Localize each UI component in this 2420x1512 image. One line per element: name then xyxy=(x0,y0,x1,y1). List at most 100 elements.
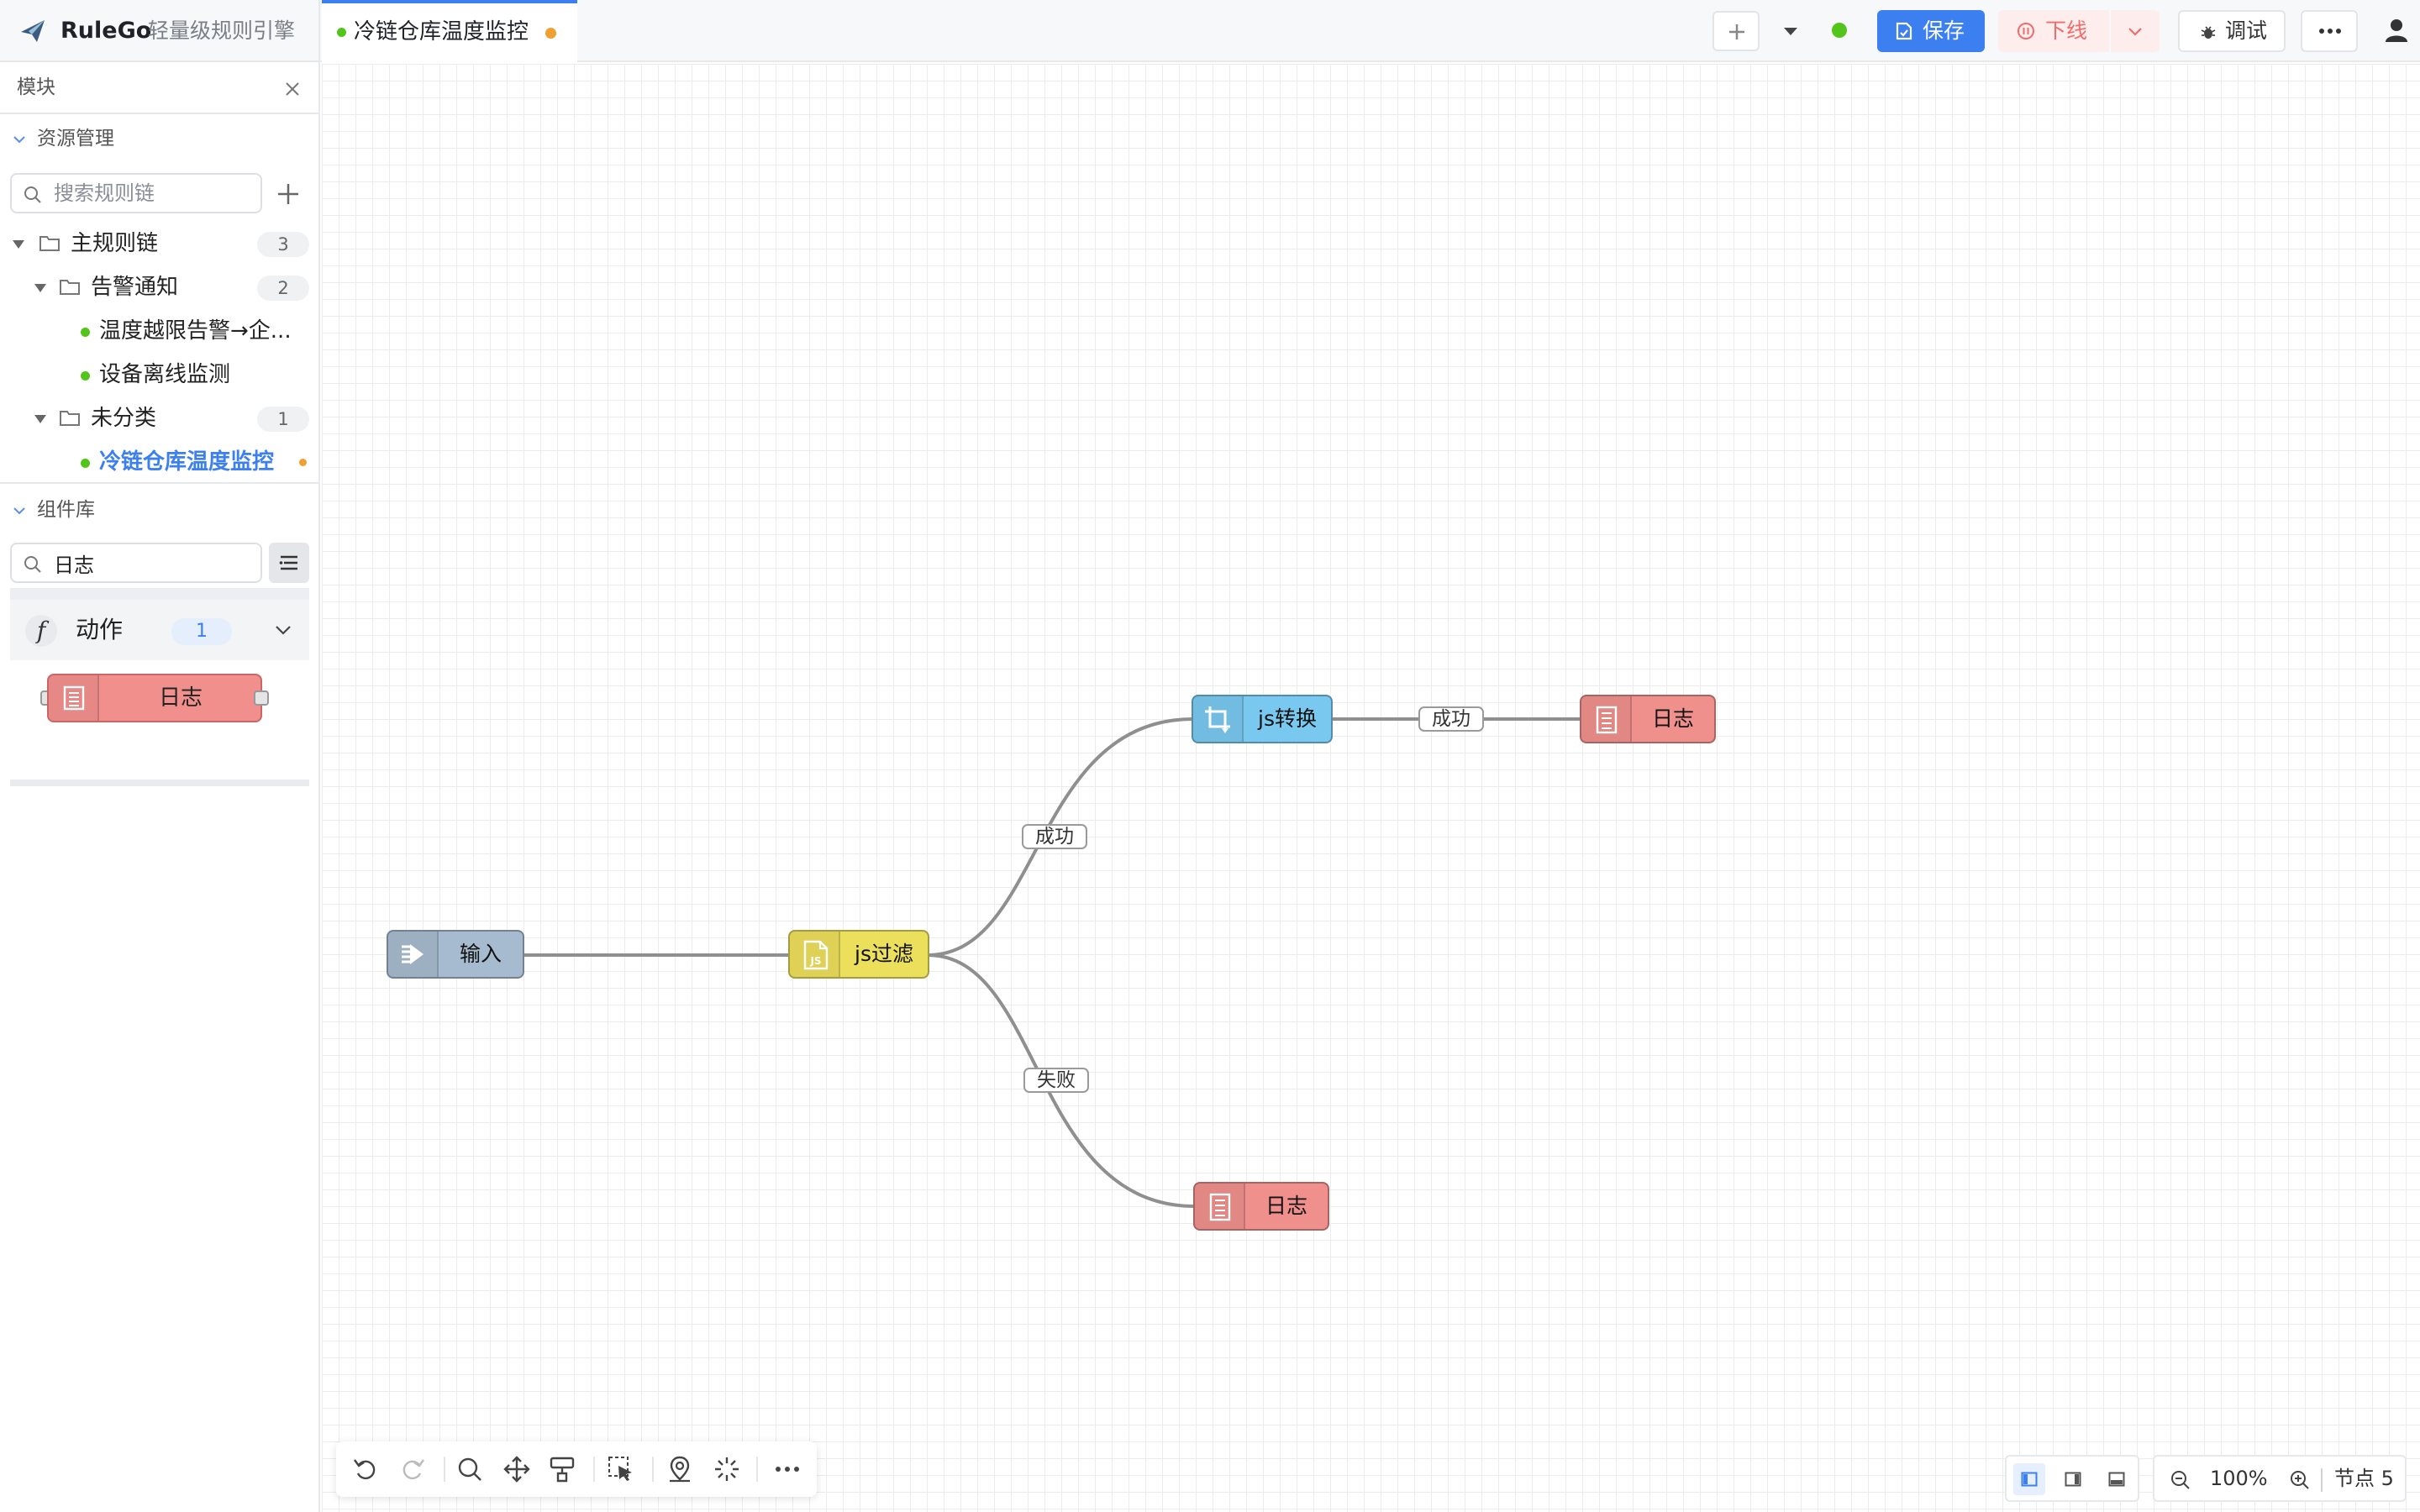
engine-status-dot xyxy=(1832,23,1847,38)
debug-button[interactable]: 调试 xyxy=(2178,10,2286,52)
palette-node-icon-box xyxy=(49,675,99,721)
tree-folder-uncategorized[interactable]: 未分类 1 xyxy=(0,396,318,440)
folder-icon xyxy=(60,411,80,426)
loading-sparkle-icon[interactable] xyxy=(713,1455,741,1483)
offline-button[interactable]: 下线 xyxy=(1998,10,2109,52)
node-log-success[interactable]: 日志 xyxy=(1580,695,1716,743)
select-box-icon[interactable] xyxy=(607,1455,635,1483)
more-actions-button[interactable] xyxy=(2301,10,2358,52)
chain-search-input[interactable] xyxy=(54,180,255,207)
format-painter-icon[interactable] xyxy=(548,1455,576,1483)
sidebar: 模块 资源管理 主规则链 3 告警通知 2 温度越限告警→企... xyxy=(0,62,320,1512)
tree-item-label: 温度越限告警→企... xyxy=(99,318,292,344)
component-search-box[interactable] xyxy=(10,543,262,583)
zoom-level: 100% xyxy=(2210,1467,2268,1490)
toolbar-separator xyxy=(756,1457,758,1482)
zoom-out-icon[interactable] xyxy=(2170,1469,2191,1491)
tree-folder-main[interactable]: 主规则链 3 xyxy=(0,222,318,265)
list-view-button[interactable] xyxy=(269,543,309,583)
search-icon xyxy=(24,186,41,203)
edge-label-success[interactable]: 成功 xyxy=(1418,706,1484,732)
save-button[interactable]: 保存 xyxy=(1877,10,1985,52)
sidebar-title: 模块 xyxy=(17,76,55,98)
close-icon[interactable] xyxy=(282,79,302,99)
bug-icon xyxy=(2201,26,2216,39)
node-icon-box xyxy=(388,932,439,977)
save-label: 保存 xyxy=(1923,18,1965,43)
toolbar-separator xyxy=(444,1457,445,1482)
chain-status-dot xyxy=(81,371,90,381)
tab-active-chain[interactable]: 冷链仓库温度监控 xyxy=(322,0,577,62)
node-js-transform[interactable]: js转换 xyxy=(1192,695,1333,743)
category-count: 1 xyxy=(171,618,232,645)
move-icon[interactable] xyxy=(502,1455,531,1483)
js-file-icon: JS xyxy=(803,940,829,970)
node-label: 日志 xyxy=(1265,1194,1307,1218)
toolbar-separator xyxy=(652,1457,654,1482)
node-js-filter[interactable]: JS js过滤 xyxy=(788,930,929,979)
component-search-input[interactable] xyxy=(54,549,255,576)
chain-status-dot xyxy=(81,328,90,337)
edge-label-success[interactable]: 成功 xyxy=(1022,824,1087,849)
node-icon-box: JS xyxy=(790,932,840,977)
toggle-left-panel-button[interactable] xyxy=(2013,1463,2045,1495)
tree-item-device-offline[interactable]: 设备离线监测 xyxy=(0,353,318,396)
palette-node-log[interactable]: 日志 xyxy=(37,674,272,722)
node-icon-box xyxy=(1581,696,1632,742)
edge-label-failure[interactable]: 失败 xyxy=(1023,1068,1089,1093)
panel-bottom-bar xyxy=(10,780,309,786)
caret-down-icon[interactable] xyxy=(1778,18,1803,44)
tree-folder-count: 2 xyxy=(257,276,309,301)
node-input[interactable]: 输入 xyxy=(387,930,524,979)
category-label: 动作 xyxy=(76,616,124,643)
pause-circle-icon xyxy=(2018,23,2034,39)
node-icon-box xyxy=(1193,696,1244,742)
resources-section-label: 资源管理 xyxy=(37,128,114,150)
chevron-down-icon xyxy=(276,626,291,635)
paper-plane-icon xyxy=(21,20,45,42)
app-name: RuleGo xyxy=(60,18,152,44)
palette-node-body: 日志 xyxy=(47,674,262,722)
sidebar-left-icon xyxy=(2021,1472,2038,1487)
offline-dropdown-button[interactable] xyxy=(2111,10,2160,52)
search-icon[interactable] xyxy=(455,1455,484,1483)
svg-text:JS: JS xyxy=(809,955,821,967)
tree-item-active-chain[interactable]: 冷链仓库温度监控 xyxy=(0,440,318,484)
toggle-bottom-panel-button[interactable] xyxy=(2101,1463,2133,1495)
node-label: js转换 xyxy=(1258,706,1317,731)
user-icon[interactable] xyxy=(2383,17,2410,44)
plus-icon[interactable] xyxy=(274,180,302,208)
top-bar: RuleGo 轻量级规则引擎 冷链仓库温度监控 保存 下线 调试 xyxy=(0,0,2420,62)
node-label: js过滤 xyxy=(855,942,913,966)
chevron-down-icon xyxy=(13,507,25,515)
tree-folder-count: 1 xyxy=(257,407,309,432)
debug-label: 调试 xyxy=(2225,18,2268,43)
tree-folder-count: 3 xyxy=(257,232,309,257)
zoom-in-icon[interactable] xyxy=(2289,1469,2311,1491)
map-pin-icon[interactable] xyxy=(666,1455,694,1483)
chain-search-box[interactable] xyxy=(10,173,262,213)
tree-item-temp-alert[interactable]: 温度越限告警→企... xyxy=(0,309,318,353)
flow-canvas[interactable] xyxy=(322,64,2420,1512)
tree-folder-alert[interactable]: 告警通知 2 xyxy=(0,265,318,309)
add-tab-button[interactable] xyxy=(1712,11,1760,51)
crop-transform-icon xyxy=(1205,706,1230,733)
resources-section-header[interactable]: 资源管理 xyxy=(0,118,318,161)
redo-icon[interactable] xyxy=(398,1455,427,1483)
chevron-down-icon xyxy=(2128,28,2142,36)
output-port xyxy=(254,690,269,706)
node-count: 节点 5 xyxy=(2334,1467,2394,1490)
category-header-action[interactable]: f 动作 1 xyxy=(10,600,309,660)
list-icon xyxy=(279,555,297,570)
more-horizontal-icon xyxy=(2319,29,2341,34)
tree-folder-label: 告警通知 xyxy=(91,275,179,300)
node-log-failure[interactable]: 日志 xyxy=(1193,1182,1329,1231)
toggle-right-panel-button[interactable] xyxy=(2057,1463,2089,1495)
more-horizontal-icon[interactable] xyxy=(773,1455,802,1483)
undo-icon[interactable] xyxy=(351,1455,380,1483)
tree-folder-label: 未分类 xyxy=(91,406,157,431)
document-lines-icon xyxy=(63,685,85,711)
components-section-header[interactable]: 组件库 xyxy=(0,489,318,533)
folder-icon xyxy=(60,280,80,295)
sidebar-right-icon xyxy=(2065,1472,2081,1487)
